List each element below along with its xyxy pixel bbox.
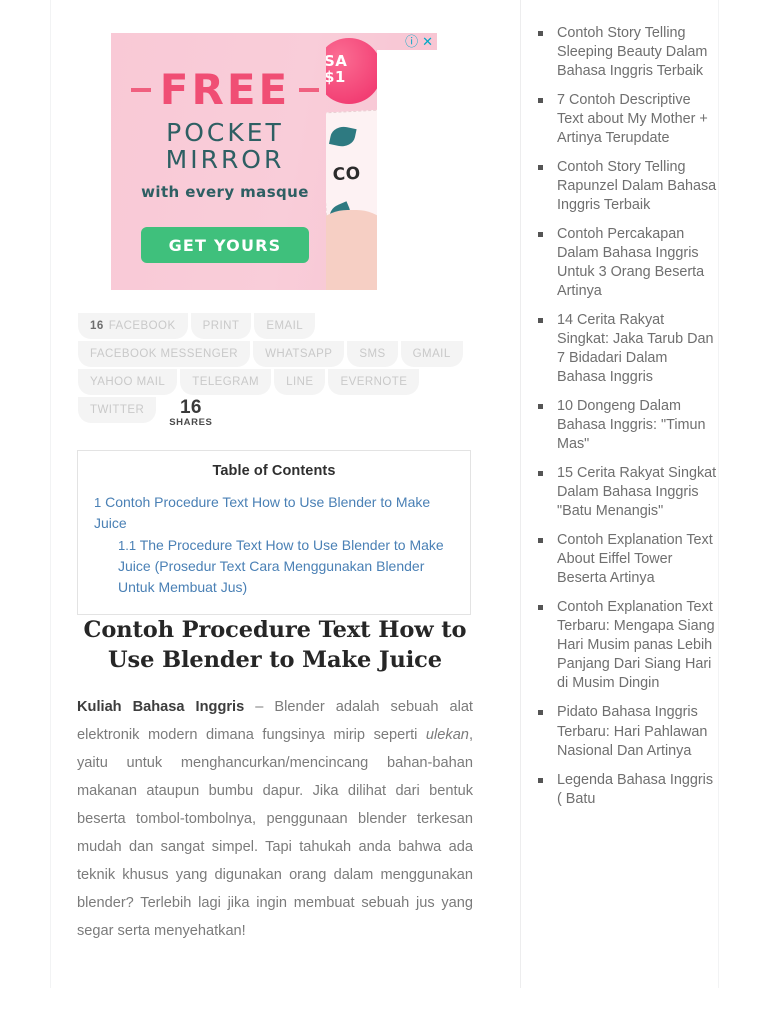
share-yahoo-mail[interactable]: YAHOO MAIL xyxy=(78,369,178,395)
share-label: TWITTER xyxy=(90,404,145,416)
share-label: PRINT xyxy=(202,320,240,332)
ad-copy-block: FREE POCKET MIRROR with every masque GET… xyxy=(111,33,339,290)
share-count: 16 xyxy=(90,320,104,332)
ad-white-overlay xyxy=(377,50,437,290)
share-label: GMAIL xyxy=(412,348,451,360)
dash-icon xyxy=(130,88,151,92)
sidebar-post-item[interactable]: 10 Dongeng Dalam Bahasa Inggris: "Timun … xyxy=(535,397,718,454)
article-lead-source: Kuliah Bahasa Inggris xyxy=(77,698,245,715)
share-total: 16 SHARES xyxy=(169,397,212,428)
social-share-bar: 16 FACEBOOK PRINT EMAIL FACEBOOK MESSENGER WH… xyxy=(78,313,498,430)
sidebar-post-link[interactable]: Contoh Story Telling Sleeping Beauty Dal… xyxy=(557,25,707,79)
share-evernote[interactable]: EVERNOTE xyxy=(328,369,420,395)
sidebar-post-link[interactable]: Contoh Explanation Text About Eiffel Tow… xyxy=(557,532,713,586)
share-label: EVERNOTE xyxy=(340,376,408,388)
share-whatsapp[interactable]: WHATSAPP xyxy=(253,341,345,367)
share-facebook-messenger[interactable]: FACEBOOK MESSENGER xyxy=(78,341,251,367)
close-icon[interactable]: ✕ xyxy=(422,36,433,49)
table-of-contents: Table of Contents 1 Contoh Procedure Tex… xyxy=(77,450,471,615)
sidebar-post-item[interactable]: Legenda Bahasa Inggris ( Batu xyxy=(535,771,718,809)
share-label: WHATSAPP xyxy=(265,348,333,360)
article-body: Kuliah Bahasa Inggris – Blender adalah s… xyxy=(77,693,473,945)
share-total-label: SHARES xyxy=(169,417,213,428)
share-email[interactable]: EMAIL xyxy=(254,313,316,339)
share-sms[interactable]: SMS xyxy=(347,341,398,367)
sidebar-post-item[interactable]: Contoh Explanation Text About Eiffel Tow… xyxy=(535,531,718,588)
sidebar-post-link[interactable]: Contoh Story Telling Rapunzel Dalam Baha… xyxy=(557,159,716,213)
article-body-italic: ulekan xyxy=(425,726,469,743)
share-label: FACEBOOK MESSENGER xyxy=(90,348,239,360)
ad-line-4: with every masque xyxy=(141,183,309,201)
toc-item-number: 1 xyxy=(94,495,102,510)
share-row: 16 FACEBOOK PRINT EMAIL xyxy=(78,313,498,339)
toc-item-label: Contoh Procedure Text How to Use Blender… xyxy=(94,494,431,531)
share-label: LINE xyxy=(286,376,314,388)
page-title: Contoh Procedure Text How to Use Blender… xyxy=(83,617,467,673)
share-line[interactable]: LINE xyxy=(274,369,326,395)
sidebar-post-link[interactable]: Pidato Bahasa Inggris Terbaru: Hari Pahl… xyxy=(557,704,707,758)
ad-headline: FREE xyxy=(159,65,291,114)
ad-headline-row: FREE xyxy=(111,69,339,111)
share-label: TELEGRAM xyxy=(192,376,260,388)
share-label: SMS xyxy=(359,348,386,360)
sidebar-post-item[interactable]: 7 Contoh Descriptive Text about My Mothe… xyxy=(535,91,718,148)
share-label: EMAIL xyxy=(266,320,304,332)
toc-item-label: The Procedure Text How to Use Blender to… xyxy=(118,537,444,595)
sidebar-post-item[interactable]: 14 Cerita Rakyat Singkat: Jaka Tarub Dan… xyxy=(535,311,718,387)
sidebar-post-link[interactable]: Contoh Explanation Text Terbaru: Mengapa… xyxy=(557,599,715,691)
sidebar-post-item[interactable]: Contoh Percakapan Dalam Bahasa Inggris U… xyxy=(535,225,718,301)
share-print[interactable]: PRINT xyxy=(190,313,252,339)
sidebar-post-link[interactable]: 14 Cerita Rakyat Singkat: Jaka Tarub Dan… xyxy=(557,312,714,385)
page-root: SA $1 CO FREE POCKET MIRROR with every m… xyxy=(0,0,768,1024)
sidebar-post-link[interactable]: Legenda Bahasa Inggris ( Batu xyxy=(557,772,713,807)
ad-line-3: MIRROR xyxy=(165,145,285,174)
sidebar-post-item[interactable]: Contoh Story Telling Sleeping Beauty Dal… xyxy=(535,24,718,81)
sidebar-post-link[interactable]: Contoh Percakapan Dalam Bahasa Inggris U… xyxy=(557,226,704,299)
share-twitter[interactable]: TWITTER xyxy=(78,397,157,423)
advertisement-banner[interactable]: SA $1 CO FREE POCKET MIRROR with every m… xyxy=(111,33,437,290)
sidebar-post-list: Contoh Story Telling Sleeping Beauty Dal… xyxy=(535,24,718,809)
ad-line-2: POCKET xyxy=(166,118,284,147)
share-row: YAHOO MAIL TELEGRAM LINE EVERNOTE xyxy=(78,369,498,395)
share-row: TWITTER 16 SHARES xyxy=(78,397,498,428)
share-telegram[interactable]: TELEGRAM xyxy=(180,369,272,395)
sidebar-related-posts: Contoh Story Telling Sleeping Beauty Dal… xyxy=(521,24,718,988)
toc-item-number: 1.1 xyxy=(118,538,137,554)
right-column-divider xyxy=(718,0,719,988)
info-icon[interactable]: ⓘ xyxy=(405,36,418,49)
sidebar-post-link[interactable]: 7 Contoh Descriptive Text about My Mothe… xyxy=(557,92,708,146)
share-label: YAHOO MAIL xyxy=(90,376,166,388)
main-content-column: SA $1 CO FREE POCKET MIRROR with every m… xyxy=(51,0,520,988)
share-row: FACEBOOK MESSENGER WHATSAPP SMS GMAIL xyxy=(78,341,498,367)
sidebar-post-item[interactable]: Contoh Story Telling Rapunzel Dalam Baha… xyxy=(535,158,718,215)
article-body-part2: , yaitu untuk menghancurkan/mencincang b… xyxy=(77,726,473,939)
sidebar-post-item[interactable]: 15 Cerita Rakyat Singkat Dalam Bahasa In… xyxy=(535,464,718,521)
sidebar-post-link[interactable]: 15 Cerita Rakyat Singkat Dalam Bahasa In… xyxy=(557,465,716,519)
toc-item-level1[interactable]: 1 Contoh Procedure Text How to Use Blend… xyxy=(94,492,454,533)
sidebar-post-item[interactable]: Contoh Explanation Text Terbaru: Mengapa… xyxy=(535,598,718,693)
share-total-count: 16 xyxy=(179,397,202,418)
sidebar-post-item[interactable]: Pidato Bahasa Inggris Terbaru: Hari Pahl… xyxy=(535,703,718,760)
share-facebook[interactable]: 16 FACEBOOK xyxy=(78,313,188,339)
toc-title: Table of Contents xyxy=(212,463,336,479)
ad-controls: ⓘ ✕ xyxy=(405,36,433,49)
sidebar-post-link[interactable]: 10 Dongeng Dalam Bahasa Inggris: "Timun … xyxy=(557,398,706,452)
share-label: FACEBOOK xyxy=(108,320,176,332)
dash-icon xyxy=(299,88,320,92)
share-gmail[interactable]: GMAIL xyxy=(400,341,463,367)
toc-item-level2[interactable]: 1.1 The Procedure Text How to Use Blende… xyxy=(94,535,454,597)
ad-cta-button[interactable]: GET YOURS xyxy=(141,227,309,263)
